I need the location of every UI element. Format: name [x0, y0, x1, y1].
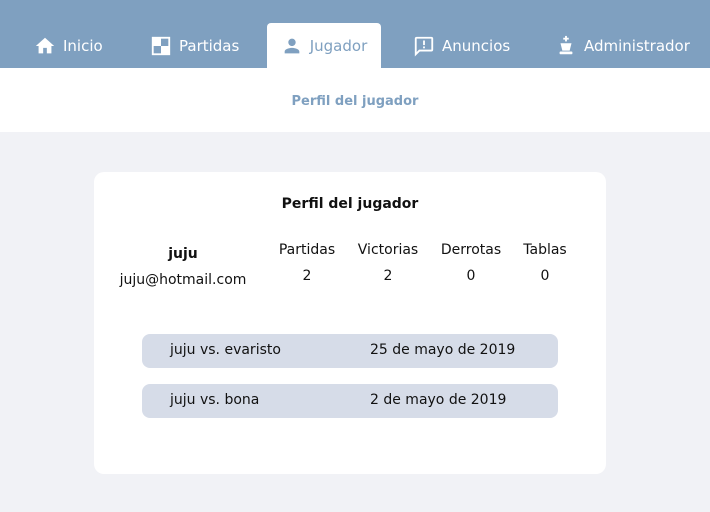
- stat-value: 2: [302, 268, 312, 284]
- stat-label: Derrotas: [440, 242, 502, 258]
- match-row[interactable]: juju vs. evaristo 25 de mayo de 2019: [142, 334, 558, 368]
- nav-item-partidas[interactable]: Partidas: [150, 23, 239, 68]
- match-players: juju vs. evaristo: [170, 342, 281, 358]
- nav-item-label: Anuncios: [442, 36, 511, 55]
- match-date: 2 de mayo de 2019: [370, 392, 507, 408]
- nav-item-label: Jugador: [309, 36, 368, 55]
- stat-value: 0: [540, 268, 550, 284]
- page-subheader: Perfil del jugador: [0, 68, 710, 132]
- nav-item-label: Partidas: [179, 36, 240, 55]
- stat-value: 2: [383, 268, 393, 284]
- match-players: juju vs. bona: [170, 392, 260, 408]
- profile-card-title: Perfil del jugador: [281, 196, 419, 212]
- player-username: juju: [168, 246, 198, 262]
- stat-victorias: Victorias 2: [352, 242, 424, 288]
- page-title: Perfil del jugador: [291, 93, 419, 109]
- king-icon: [555, 35, 577, 57]
- stat-label: Victorias: [357, 242, 419, 258]
- stat-partidas: Partidas 2: [272, 242, 342, 288]
- stat-label: Partidas: [278, 242, 336, 258]
- nav-item-inicio[interactable]: Inicio: [34, 23, 103, 68]
- nav-item-label: Administrador: [584, 36, 690, 55]
- stat-value: 0: [466, 268, 476, 284]
- top-navbar: Inicio Partidas Jugador Anuncios Adminis…: [0, 0, 710, 68]
- profile-card: Perfil del jugador juju juju@hotmail.com…: [94, 172, 606, 474]
- match-date: 25 de mayo de 2019: [370, 342, 516, 358]
- player-email: juju@hotmail.com: [119, 272, 247, 288]
- stat-label: Tablas: [523, 242, 567, 258]
- stat-tablas: Tablas 0: [516, 242, 574, 288]
- chessboard-icon: [150, 35, 172, 57]
- match-row[interactable]: juju vs. bona 2 de mayo de 2019: [142, 384, 558, 418]
- nav-item-anuncios[interactable]: Anuncios: [413, 23, 510, 68]
- announcement-icon: [413, 35, 435, 57]
- nav-item-label: Inicio: [63, 36, 103, 55]
- home-icon: [34, 35, 56, 57]
- nav-item-administrador[interactable]: Administrador: [555, 23, 690, 68]
- nav-item-jugador[interactable]: Jugador: [267, 23, 381, 68]
- stat-derrotas: Derrotas 0: [436, 242, 506, 288]
- user-icon: [281, 35, 303, 57]
